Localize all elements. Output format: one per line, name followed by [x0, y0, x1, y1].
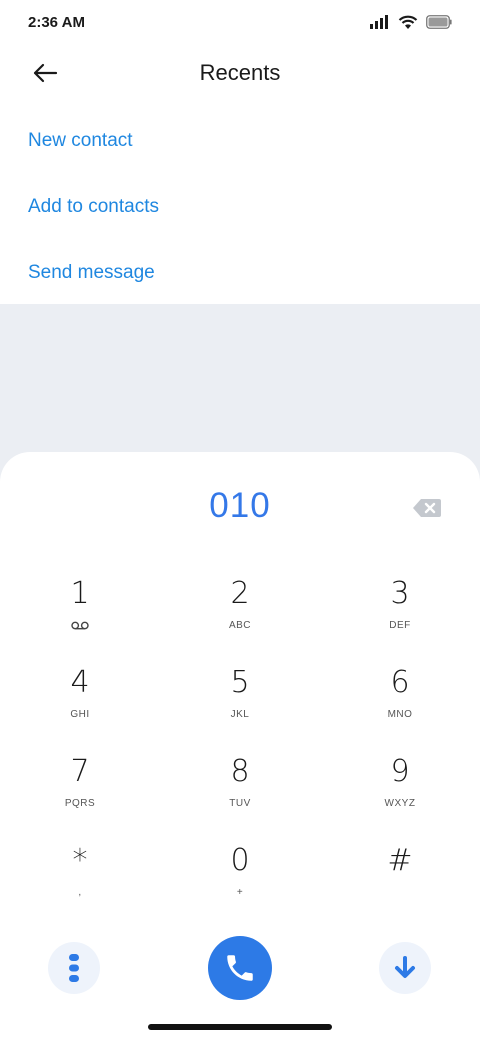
status-bar: 2:36 AM: [0, 0, 480, 44]
key-hash[interactable]: #: [320, 841, 480, 930]
key-letters: [71, 618, 89, 632]
new-contact-button[interactable]: New contact: [0, 108, 480, 174]
dialer-sheet: 010 1 2 ABC 3 DEF 4 GHI 5 JKL 6 MNO 7 PQ…: [0, 452, 480, 1040]
wifi-icon: [398, 15, 418, 29]
key-9[interactable]: 9 WXYZ: [320, 752, 480, 841]
status-time: 2:36 AM: [28, 13, 85, 31]
backspace-button[interactable]: [412, 496, 442, 520]
key-digit: 9: [390, 754, 410, 789]
recents-menu: New contact Add to contacts Send message: [0, 108, 480, 306]
status-icons: [370, 15, 452, 30]
key-letters: DEF: [389, 619, 411, 631]
key-digit: 6: [390, 665, 410, 700]
key-digit: 8: [230, 754, 250, 789]
key-letters: ABC: [228, 619, 252, 631]
key-digit: 5: [230, 665, 250, 700]
key-digit: 0: [230, 843, 250, 878]
key-letters: +: [236, 886, 244, 898]
key-digit: 1: [70, 576, 90, 611]
key-letters: JKL: [230, 708, 250, 720]
key-5[interactable]: 5 JKL: [160, 663, 320, 752]
key-letters: WXYZ: [384, 797, 416, 809]
more-options-button[interactable]: [48, 942, 100, 994]
header: Recents: [0, 44, 480, 102]
arrow-down-icon: [395, 956, 415, 978]
page-title: Recents: [199, 60, 281, 85]
key-digit: 2: [230, 576, 250, 611]
key-letters: MNO: [387, 708, 413, 720]
key-digit: 7: [70, 754, 90, 789]
key-letters: TUV: [229, 797, 251, 809]
backspace-icon: [413, 499, 441, 517]
key-digit: #: [387, 843, 413, 878]
key-letters: GHI: [70, 708, 90, 720]
key-1[interactable]: 1: [0, 574, 160, 663]
key-letters: PQRS: [64, 797, 96, 809]
key-6[interactable]: 6 MNO: [320, 663, 480, 752]
key-digit: *: [72, 843, 88, 878]
dialed-number: 010: [209, 486, 271, 525]
key-4[interactable]: 4 GHI: [0, 663, 160, 752]
key-8[interactable]: 8 TUV: [160, 752, 320, 841]
keypad: 1 2 ABC 3 DEF 4 GHI 5 JKL 6 MNO 7 PQRS 8…: [0, 574, 480, 930]
key-0[interactable]: 0 +: [160, 841, 320, 930]
key-letters: ,: [78, 886, 82, 898]
arrow-left-icon: [33, 63, 58, 83]
battery-icon: [426, 15, 452, 29]
add-to-contacts-button[interactable]: Add to contacts: [0, 174, 480, 240]
key-digit: 3: [390, 576, 410, 611]
call-button[interactable]: [208, 936, 272, 1000]
dialer-actions: [0, 936, 480, 1006]
more-vertical-icon: [69, 954, 79, 982]
key-digit: 4: [70, 665, 90, 700]
key-star[interactable]: * ,: [0, 841, 160, 930]
voicemail-icon: [71, 621, 89, 629]
key-3[interactable]: 3 DEF: [320, 574, 480, 663]
key-2[interactable]: 2 ABC: [160, 574, 320, 663]
send-message-button[interactable]: Send message: [0, 240, 480, 306]
phone-icon: [227, 955, 253, 981]
back-button[interactable]: [26, 56, 64, 90]
home-indicator[interactable]: [148, 1024, 332, 1030]
hide-keypad-button[interactable]: [379, 942, 431, 994]
signal-icon: [370, 15, 388, 29]
key-7[interactable]: 7 PQRS: [0, 752, 160, 841]
